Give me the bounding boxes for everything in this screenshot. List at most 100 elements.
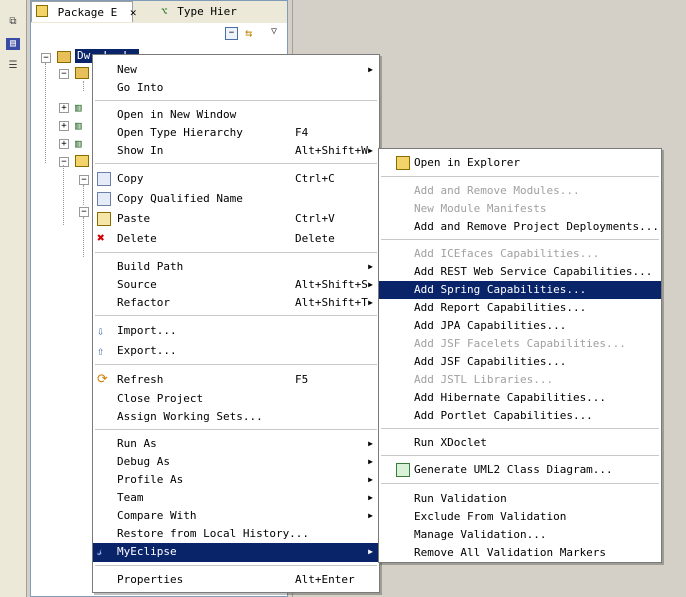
menu-item-export[interactable]: ⇧ Export... [93,342,379,360]
menu-separator [381,428,659,429]
menu-item-build-path[interactable]: Build Path ▶ [93,258,379,276]
outline-view-icon[interactable]: ☰ [6,60,20,72]
menu-item-import[interactable]: ⇩ Import... [93,322,379,340]
menu-item-team[interactable]: Team ▶ [93,489,379,507]
menu-item-jsf-capabilities[interactable]: Add JSF Capabilities... [379,353,661,371]
menu-separator [95,429,377,430]
menu-item-add-remove-modules: Add and Remove Modules... [414,184,580,197]
menu-item-new-module-manifests: New Module Manifests [414,202,547,215]
menu-item-project-deployments[interactable]: Add and Remove Project Deployments... [379,218,661,236]
menu-item-refresh[interactable]: ⟳ Refresh F5 [93,371,379,389]
menu-item-open-in-explorer[interactable]: Open in Explorer [379,154,661,172]
menu-item-portlet-capabilities[interactable]: Add Portlet Capabilities... [379,407,661,425]
menu-item-copy[interactable]: Copy Ctrl+C [93,170,379,188]
menu-item-properties[interactable]: Properties Alt+Enter [93,571,379,589]
close-icon[interactable]: ✕ [130,6,137,19]
myeclipse-icon: 𝓈 [97,544,102,559]
tree-expander[interactable]: − [59,157,69,167]
submenu-arrow-icon: ▶ [368,475,373,484]
menu-item-restore-from-local-history[interactable]: Restore from Local History... [93,525,379,543]
tab-type-hierarchy[interactable]: ⌥ Type Hier [157,1,263,22]
menu-separator [95,315,377,316]
source-folder-icon [75,67,89,79]
menu-item-run-xdoclet[interactable]: Run XDoclet [379,434,661,452]
folder-open-icon [396,156,410,170]
left-trim-bar: ⧉ ▤ ☰ [0,0,27,597]
menu-item-profile-as[interactable]: Profile As ▶ [93,471,379,489]
tree-expander[interactable]: − [79,207,89,217]
view-toolbar: − ⇆ ▽ [31,23,287,45]
submenu-arrow-icon: ▶ [368,65,373,74]
menu-item-jpa-capabilities[interactable]: Add JPA Capabilities... [379,317,661,335]
menu-item-spring-capabilities[interactable]: Add Spring Capabilities... [379,281,661,299]
tree-expander[interactable]: + [59,103,69,113]
submenu-arrow-icon: ▶ [368,511,373,520]
menu-item-debug-as[interactable]: Debug As ▶ [93,453,379,471]
menu-separator [95,252,377,253]
project-expander[interactable]: − [41,53,51,63]
copy-icon [97,172,111,186]
view-menu-icon[interactable]: ▽ [271,26,277,37]
menu-item-show-in[interactable]: Show In Alt+Shift+W ▶ [93,142,379,160]
menu-item-assign-working-sets[interactable]: Assign Working Sets... [93,408,379,426]
project-folder-icon [57,51,71,63]
submenu-arrow-icon: ▶ [368,439,373,448]
context-menu: New ▶ Go Into Open in New Window Open Typ… [92,54,380,593]
collapse-all-icon[interactable]: − [225,27,238,40]
view-tab-bar: Package E ✕ ⌥ Type Hier [31,1,287,24]
submenu-arrow-icon: ▶ [368,262,373,271]
menu-item-run-as[interactable]: Run As ▶ [93,435,379,453]
delete-icon: ✖ [97,231,105,246]
restore-icon[interactable]: ⧉ [6,16,20,28]
menu-item-close-project[interactable]: Close Project [93,390,379,408]
uml-diagram-icon [396,463,410,477]
copy-qualified-icon [97,192,111,206]
menu-item-open-type-hierarchy[interactable]: Open Type Hierarchy F4 [93,124,379,142]
tab-label: Package E [57,6,118,19]
menu-item-compare-with[interactable]: Compare With ▶ [93,507,379,525]
menu-item-refactor[interactable]: Refactor Alt+Shift+T ▶ [93,294,379,312]
menu-item-myeclipse[interactable]: 𝓈 MyEclipse ▶ [93,543,379,562]
menu-item-icefaces-capabilities: Add ICEfaces Capabilities... [414,247,600,260]
menu-item-go-into[interactable]: Go Into [93,79,379,97]
submenu-arrow-icon: ▶ [368,280,373,289]
link-with-editor-icon[interactable]: ⇆ [245,26,252,40]
menu-separator [95,364,377,365]
menu-item-manage-validation[interactable]: Manage Validation... [379,526,661,544]
export-icon: ⇧ [97,344,105,358]
menu-item-open-in-new-window[interactable]: Open in New Window [93,106,379,124]
menu-separator [381,176,659,177]
menu-item-paste[interactable]: Paste Ctrl+V [93,210,379,228]
menu-item-generate-uml2[interactable]: Generate UML2 Class Diagram... [379,461,661,479]
tree-expander[interactable]: − [59,69,69,79]
submenu-arrow-icon: ▶ [368,547,373,556]
type-hierarchy-icon: ⌥ [161,5,168,18]
package-explorer-icon [36,5,48,17]
refresh-icon: ⟳ [97,372,108,387]
menu-item-exclude-from-validation[interactable]: Exclude From Validation [379,508,661,526]
library-icon: ▥ [75,137,82,150]
tab-package-explorer[interactable]: Package E ✕ [31,1,136,22]
library-icon: ▥ [75,119,82,132]
tree-expander[interactable]: − [79,175,89,185]
menu-item-remove-validation-markers[interactable]: Remove All Validation Markers [379,544,661,562]
paste-icon [97,212,111,226]
submenu-arrow-icon: ▶ [368,457,373,466]
menu-separator [381,239,659,240]
tab-label: Type Hier [177,5,237,18]
menu-separator [381,483,659,484]
menu-item-delete[interactable]: ✖ Delete Delete [93,230,379,248]
import-icon: ⇩ [97,324,105,338]
menu-item-run-validation[interactable]: Run Validation [379,490,661,508]
tree-expander[interactable]: + [59,121,69,131]
tree-expander[interactable]: + [59,139,69,149]
menu-item-hibernate-capabilities[interactable]: Add Hibernate Capabilities... [379,389,661,407]
menu-item-report-capabilities[interactable]: Add Report Capabilities... [379,299,661,317]
hierarchy-view-icon[interactable]: ▤ [6,38,20,50]
menu-item-copy-qualified-name[interactable]: Copy Qualified Name [93,190,379,208]
menu-item-source[interactable]: Source Alt+Shift+S ▶ [93,276,379,294]
menu-item-new[interactable]: New ▶ [93,61,379,79]
menu-item-rest-capabilities[interactable]: Add REST Web Service Capabilities... [379,263,661,281]
library-icon: ▥ [75,101,82,114]
menu-separator [95,100,377,101]
